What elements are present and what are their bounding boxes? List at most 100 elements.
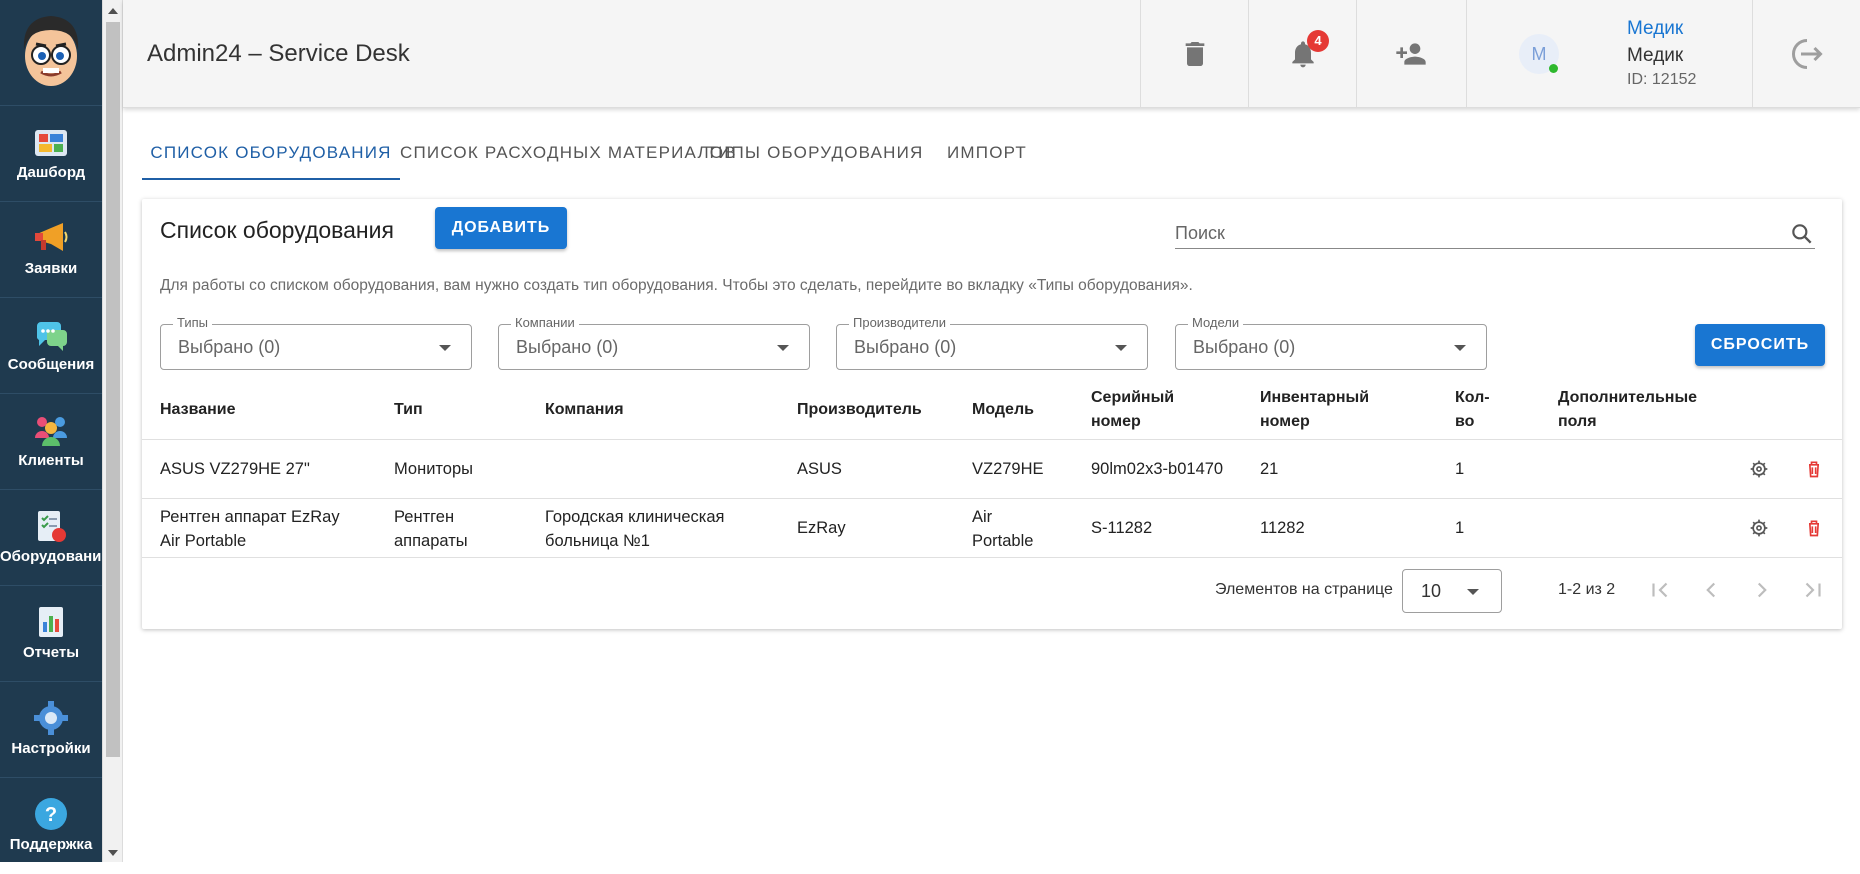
items-per-page-value: 10: [1421, 581, 1442, 601]
cell-quantity: 1: [1455, 519, 1465, 537]
chevron-down-icon: [777, 345, 789, 351]
table-header: Название Тип Компания Производитель Моде…: [142, 380, 1842, 440]
sidebar-item-label: Клиенты: [18, 452, 84, 469]
sidebar-item-reports[interactable]: Отчеты: [0, 586, 102, 682]
search-icon[interactable]: [1789, 221, 1815, 247]
sidebar-item-label: Дашборд: [16, 164, 86, 181]
search-input[interactable]: [1175, 219, 1765, 247]
last-page-icon[interactable]: [1800, 577, 1826, 603]
items-per-page-label: Элементов на странице: [1215, 581, 1393, 598]
add-user-icon: [1396, 43, 1426, 65]
filter-label: Типы: [173, 315, 213, 330]
scroll-down-arrow-icon[interactable]: [108, 850, 118, 856]
user-profile[interactable]: М Медик Медик ID: 12152: [1466, 0, 1752, 108]
next-page-icon[interactable]: [1749, 577, 1775, 603]
cell-serial: 90lm02x3-b01470: [1091, 460, 1224, 478]
column-header-serial[interactable]: Серийный номер: [1091, 386, 1191, 434]
cell-name: Рентген аппарат EzRay Air Portable: [160, 508, 340, 550]
cell-company: Городская клиническая больница №1: [545, 508, 725, 550]
filter-companies[interactable]: Компании Выбрано (0): [498, 315, 810, 370]
sidebar: Дашборд Заявки Сообщения Клиенты Оборудо…: [0, 0, 110, 862]
avatar-logo-icon: [23, 16, 79, 86]
first-page-icon[interactable]: [1647, 577, 1673, 603]
add-user-button[interactable]: [1356, 0, 1464, 108]
search-field[interactable]: [1175, 219, 1815, 249]
column-header-model[interactable]: Модель: [972, 398, 1034, 422]
column-header-manufacturer[interactable]: Производитель: [797, 398, 922, 422]
clients-icon: [35, 417, 67, 446]
column-header-quantity[interactable]: Кол-во: [1455, 386, 1505, 434]
notifications-button[interactable]: 4: [1248, 0, 1356, 108]
sidebar-item-dashboard[interactable]: Дашборд: [0, 106, 102, 202]
logo[interactable]: [0, 0, 102, 106]
cell-manufacturer: ASUS: [797, 460, 842, 478]
cell-model: VZ279HE: [972, 460, 1044, 478]
sidebar-item-equipment[interactable]: Оборудование: [0, 490, 110, 586]
add-button[interactable]: ДОБАВИТЬ: [435, 207, 567, 249]
cell-manufacturer: EzRay: [797, 519, 846, 537]
cell-inventory: 11282: [1260, 519, 1305, 537]
filter-value: Выбрано (0): [854, 337, 957, 357]
column-header-extra-fields[interactable]: Дополнительные поля: [1558, 386, 1708, 434]
app-title: Admin24 – Service Desk: [147, 40, 410, 67]
chevron-down-icon: [1115, 345, 1127, 351]
sidebar-item-clients[interactable]: Клиенты: [0, 394, 102, 490]
chevron-down-icon: [1454, 345, 1466, 351]
gear-icon[interactable]: [1749, 518, 1769, 538]
filter-models[interactable]: Модели Выбрано (0): [1175, 315, 1487, 370]
header: Admin24 – Service Desk 4 М Медик Медик I…: [123, 0, 1860, 108]
tab-import[interactable]: ИМПОРТ: [932, 133, 1042, 180]
items-per-page-select[interactable]: 10: [1402, 569, 1502, 613]
cell-model: Air Portable: [972, 508, 1034, 550]
cell-type: Мониторы: [394, 460, 474, 478]
sidebar-item-messages[interactable]: Сообщения: [0, 298, 102, 394]
dashboard-icon: [35, 130, 67, 156]
table-row[interactable]: Рентген аппарат EzRay Air Portable Рентг…: [142, 499, 1842, 558]
delete-icon[interactable]: [1804, 518, 1824, 538]
tab-consumables-list[interactable]: СПИСОК РАСХОДНЫХ МАТЕРИАЛОВ: [400, 133, 736, 180]
sidebar-scrollbar[interactable]: [102, 0, 123, 862]
logout-button[interactable]: [1752, 0, 1860, 108]
filter-label: Производители: [849, 315, 951, 330]
cell-type: Рентген аппараты: [394, 508, 468, 550]
chevron-down-icon: [1467, 589, 1479, 595]
equipment-table: Название Тип Компания Производитель Моде…: [142, 380, 1842, 558]
sidebar-item-label: Заявки: [24, 260, 78, 277]
online-status-dot: [1549, 64, 1558, 73]
column-header-company[interactable]: Компания: [545, 398, 624, 422]
prev-page-icon[interactable]: [1698, 577, 1724, 603]
page-range: 1-2 из 2: [1558, 581, 1616, 598]
sidebar-item-label: Настройки: [11, 740, 91, 757]
sidebar-item-support[interactable]: ? Поддержка: [0, 778, 102, 874]
scrollbar-thumb[interactable]: [106, 22, 120, 757]
tab-equipment-types[interactable]: ТИПЫ ОБОРУДОВАНИЯ: [698, 133, 932, 180]
column-header-inventory[interactable]: Инвентарный номер: [1260, 386, 1370, 434]
user-id: ID: 12152: [1627, 71, 1697, 88]
trash-button[interactable]: [1140, 0, 1248, 108]
column-header-type[interactable]: Тип: [394, 398, 423, 422]
tab-equipment-list[interactable]: СПИСОК ОБОРУДОВАНИЯ: [142, 133, 400, 180]
trash-icon: [1185, 42, 1205, 66]
scroll-up-arrow-icon[interactable]: [108, 8, 118, 14]
cell-name: ASUS VZ279HE 27": [160, 460, 310, 478]
notification-badge: 4: [1307, 30, 1329, 52]
chevron-down-icon: [439, 345, 451, 351]
logout-icon: [1792, 39, 1823, 69]
column-header-name[interactable]: Название: [160, 398, 236, 422]
filter-manufacturers[interactable]: Производители Выбрано (0): [836, 315, 1148, 370]
settings-icon: [34, 701, 68, 735]
sidebar-item-requests[interactable]: Заявки: [0, 202, 102, 298]
reports-icon: [39, 607, 63, 637]
reset-button[interactable]: СБРОСИТЬ: [1695, 324, 1825, 366]
user-profile-link[interactable]: Медик: [1627, 18, 1683, 40]
gear-icon[interactable]: [1749, 459, 1769, 479]
help-icon: ?: [35, 798, 67, 830]
delete-icon[interactable]: [1804, 459, 1824, 479]
filter-types[interactable]: Типы Выбрано (0): [160, 315, 472, 370]
sidebar-item-settings[interactable]: Настройки: [0, 682, 102, 778]
chat-icon: [36, 322, 67, 351]
table-row[interactable]: ASUS VZ279HE 27" Мониторы ASUS VZ279HE 9…: [142, 440, 1842, 499]
filter-label: Компании: [511, 315, 579, 330]
cell-quantity: 1: [1455, 460, 1465, 478]
card-title: Список оборудования: [160, 217, 394, 243]
